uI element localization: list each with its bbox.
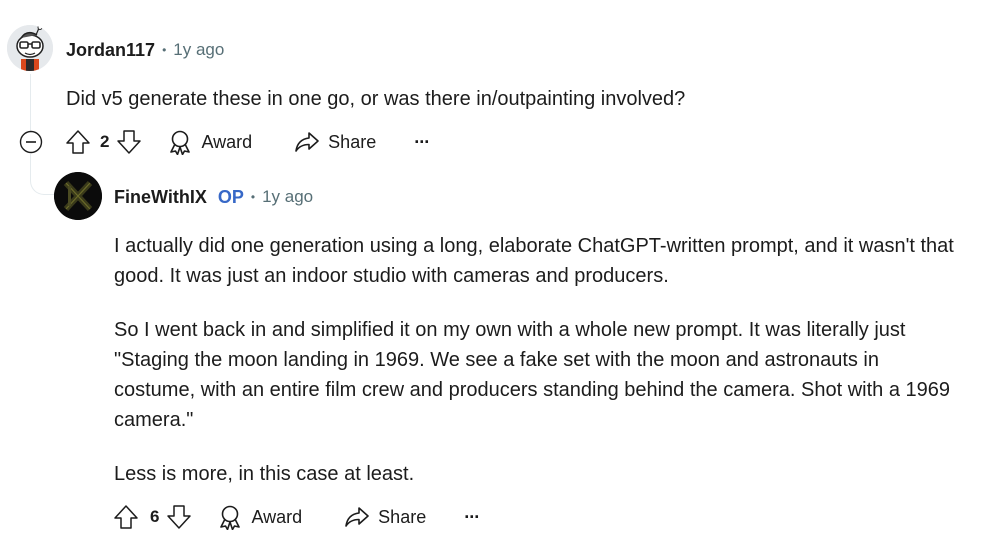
award-label: Award xyxy=(201,131,253,152)
comment-actions: 2 Award Share ··· xyxy=(64,127,430,157)
award-icon xyxy=(170,130,191,155)
user-avatar[interactable] xyxy=(7,25,53,71)
ix-logo-avatar-icon xyxy=(54,172,102,220)
comment-jordan117: Jordan117 • 1y ago Did v5 generate these… xyxy=(0,0,984,170)
upvote-button[interactable] xyxy=(112,503,140,531)
snoo-avatar-icon xyxy=(7,25,53,71)
comment-timestamp[interactable]: 1y ago xyxy=(173,40,224,60)
upvote-button[interactable] xyxy=(64,128,92,156)
comment-username[interactable]: FineWithIX xyxy=(114,187,207,208)
downvote-arrow-icon xyxy=(167,505,192,529)
comment-paragraph: So I went back in and simplified it on m… xyxy=(114,319,951,431)
vote-score: 6 xyxy=(150,507,160,526)
share-icon xyxy=(295,132,319,152)
comment-actions: 6 Award Share ··· xyxy=(112,502,480,532)
comment-body: I actually did one generation using a lo… xyxy=(114,231,964,489)
user-avatar[interactable] xyxy=(54,172,102,220)
meta-separator: • xyxy=(250,190,256,204)
downvote-button[interactable] xyxy=(165,503,193,531)
more-options-button[interactable]: ··· xyxy=(414,132,430,153)
award-button[interactable]: Award xyxy=(217,504,302,530)
share-label: Share xyxy=(328,131,377,152)
share-icon xyxy=(345,507,369,527)
downvote-button[interactable] xyxy=(115,128,143,156)
award-label: Award xyxy=(251,506,303,527)
share-button[interactable]: Share xyxy=(294,129,376,155)
comment-paragraph: Less is more, in this case at least. xyxy=(114,463,415,485)
award-icon xyxy=(220,505,241,530)
meta-separator: • xyxy=(162,43,167,57)
collapse-minus-icon xyxy=(19,130,43,154)
comment-paragraph: Did v5 generate these in one go, or was … xyxy=(66,88,686,110)
comment-finewithix: FineWithIX OP • 1y ago I actually did on… xyxy=(0,170,984,559)
comment-timestamp[interactable]: 1y ago xyxy=(262,187,313,207)
comment-body: Did v5 generate these in one go, or was … xyxy=(66,84,946,114)
comment-paragraph: I actually did one generation using a lo… xyxy=(114,235,954,287)
more-options-button[interactable]: ··· xyxy=(464,507,480,528)
share-label: Share xyxy=(378,506,427,527)
downvote-arrow-icon xyxy=(117,130,142,154)
comment-username[interactable]: Jordan117 xyxy=(66,40,155,61)
vote-score: 2 xyxy=(100,132,110,151)
collapse-button[interactable] xyxy=(19,130,43,154)
share-button[interactable]: Share xyxy=(344,504,426,530)
upvote-arrow-icon xyxy=(66,130,90,154)
op-badge: OP xyxy=(217,186,244,207)
upvote-arrow-icon xyxy=(114,505,138,529)
award-button[interactable]: Award xyxy=(167,129,252,155)
